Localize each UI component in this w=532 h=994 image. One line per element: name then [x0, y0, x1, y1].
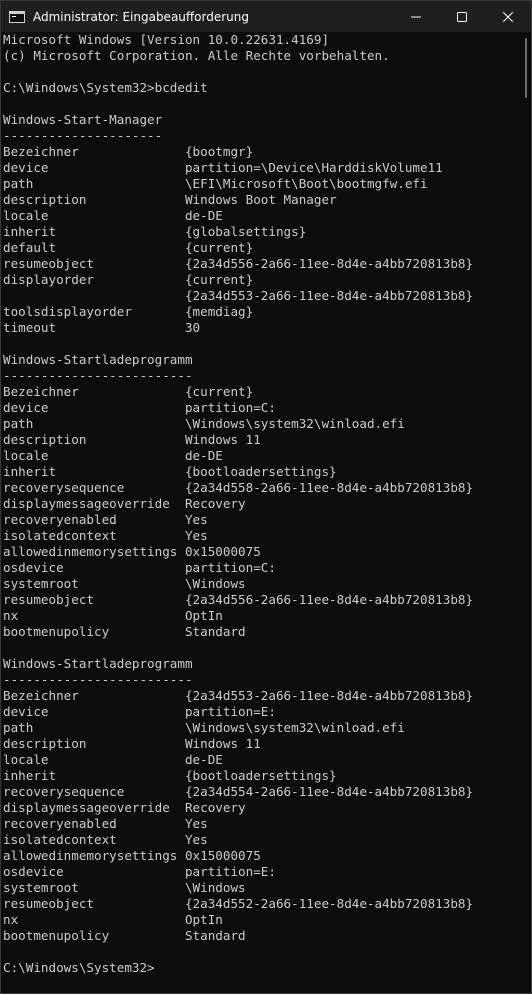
console-line: systemroot \Windows [3, 576, 246, 591]
minimize-button[interactable] [393, 1, 439, 32]
console-line: allowedinmemorysettings 0x15000075 [3, 544, 261, 559]
console-line: recoveryenabled Yes [3, 512, 208, 527]
console-line: resumeobject {2a34d556-2a66-11ee-8d4e-a4… [3, 256, 474, 271]
console-line: isolatedcontext Yes [3, 832, 208, 847]
console-line: nx OptIn [3, 912, 223, 927]
maximize-icon [457, 11, 467, 22]
window-title: Administrator: Eingabeaufforderung [33, 9, 249, 24]
console-line: C:\Windows\System32> [3, 960, 155, 975]
console-line: allowedinmemorysettings 0x15000075 [3, 848, 261, 863]
console-line: inherit {globalsettings} [3, 224, 307, 239]
console-line: Bezeichner {2a34d553-2a66-11ee-8d4e-a4bb… [3, 688, 474, 703]
console-line: description Windows 11 [3, 736, 261, 751]
console-line: path \Windows\system32\winload.efi [3, 720, 405, 735]
console-line: --------------------- [3, 128, 163, 143]
console-line: osdevice partition=E: [3, 864, 276, 879]
console-line: Windows-Start-Manager [3, 112, 163, 127]
console-line: description Windows 11 [3, 432, 261, 447]
console-line: path \EFI\Microsoft\Boot\bootmgfw.efi [3, 176, 428, 191]
console-line: device partition=E: [3, 704, 276, 719]
console-line: (c) Microsoft Corporation. Alle Rechte v… [3, 48, 390, 63]
console-line: description Windows Boot Manager [3, 192, 337, 207]
console-line: C:\Windows\System32>bcdedit [3, 80, 208, 95]
console-line: resumeobject {2a34d556-2a66-11ee-8d4e-a4… [3, 592, 474, 607]
maximize-button[interactable] [439, 1, 485, 32]
console-line: recoveryenabled Yes [3, 816, 208, 831]
console-line: displaymessageoverride Recovery [3, 800, 246, 815]
console-line: toolsdisplayorder {memdiag} [3, 304, 254, 319]
console-line: bootmenupolicy Standard [3, 624, 246, 639]
console-line: default {current} [3, 240, 254, 255]
console-line: nx OptIn [3, 608, 223, 623]
console-line: locale de-DE [3, 752, 223, 767]
scrollbar-thumb[interactable] [525, 38, 527, 98]
console-window: Administrator: Eingabeaufforderung Micro… [0, 0, 532, 994]
console-line: resumeobject {2a34d552-2a66-11ee-8d4e-a4… [3, 896, 474, 911]
console-line: osdevice partition=C: [3, 560, 276, 575]
console-line: isolatedcontext Yes [3, 528, 208, 543]
console-line: Bezeichner {current} [3, 384, 254, 399]
close-icon [503, 11, 513, 22]
console-line: recoverysequence {2a34d558-2a66-11ee-8d4… [3, 480, 474, 495]
console-line: path \Windows\system32\winload.efi [3, 416, 405, 431]
console-line: timeout 30 [3, 320, 201, 335]
console-line: Windows-Startladeprogramm [3, 656, 193, 671]
console-line: ------------------------- [3, 672, 193, 687]
console-line: device partition=\Device\HarddiskVolume1… [3, 160, 443, 175]
console-output[interactable]: Microsoft Windows [Version 10.0.22631.41… [1, 32, 519, 993]
console-line: Microsoft Windows [Version 10.0.22631.41… [3, 32, 330, 47]
title-bar[interactable]: Administrator: Eingabeaufforderung [1, 1, 531, 32]
console-line: locale de-DE [3, 208, 223, 223]
console-line: recoverysequence {2a34d554-2a66-11ee-8d4… [3, 784, 474, 799]
minimize-icon [411, 12, 421, 22]
console-line: inherit {bootloadersettings} [3, 464, 337, 479]
console-line: {2a34d553-2a66-11ee-8d4e-a4bb720813b8} [3, 288, 474, 303]
console-line: displaymessageoverride Recovery [3, 496, 246, 511]
console-line: locale de-DE [3, 448, 223, 463]
terminal-icon[interactable] [9, 10, 25, 23]
console-line: Bezeichner {bootmgr} [3, 144, 254, 159]
console-line: ------------------------- [3, 368, 193, 383]
console-line: bootmenupolicy Standard [3, 928, 246, 943]
console-line: systemroot \Windows [3, 880, 246, 895]
window-controls [393, 1, 531, 32]
console-line: device partition=C: [3, 400, 276, 415]
close-button[interactable] [485, 1, 531, 32]
console-line: displayorder {current} [3, 272, 254, 287]
vertical-scrollbar[interactable] [517, 32, 531, 993]
console-line: Windows-Startladeprogramm [3, 352, 193, 367]
console-line: inherit {bootloadersettings} [3, 768, 337, 783]
